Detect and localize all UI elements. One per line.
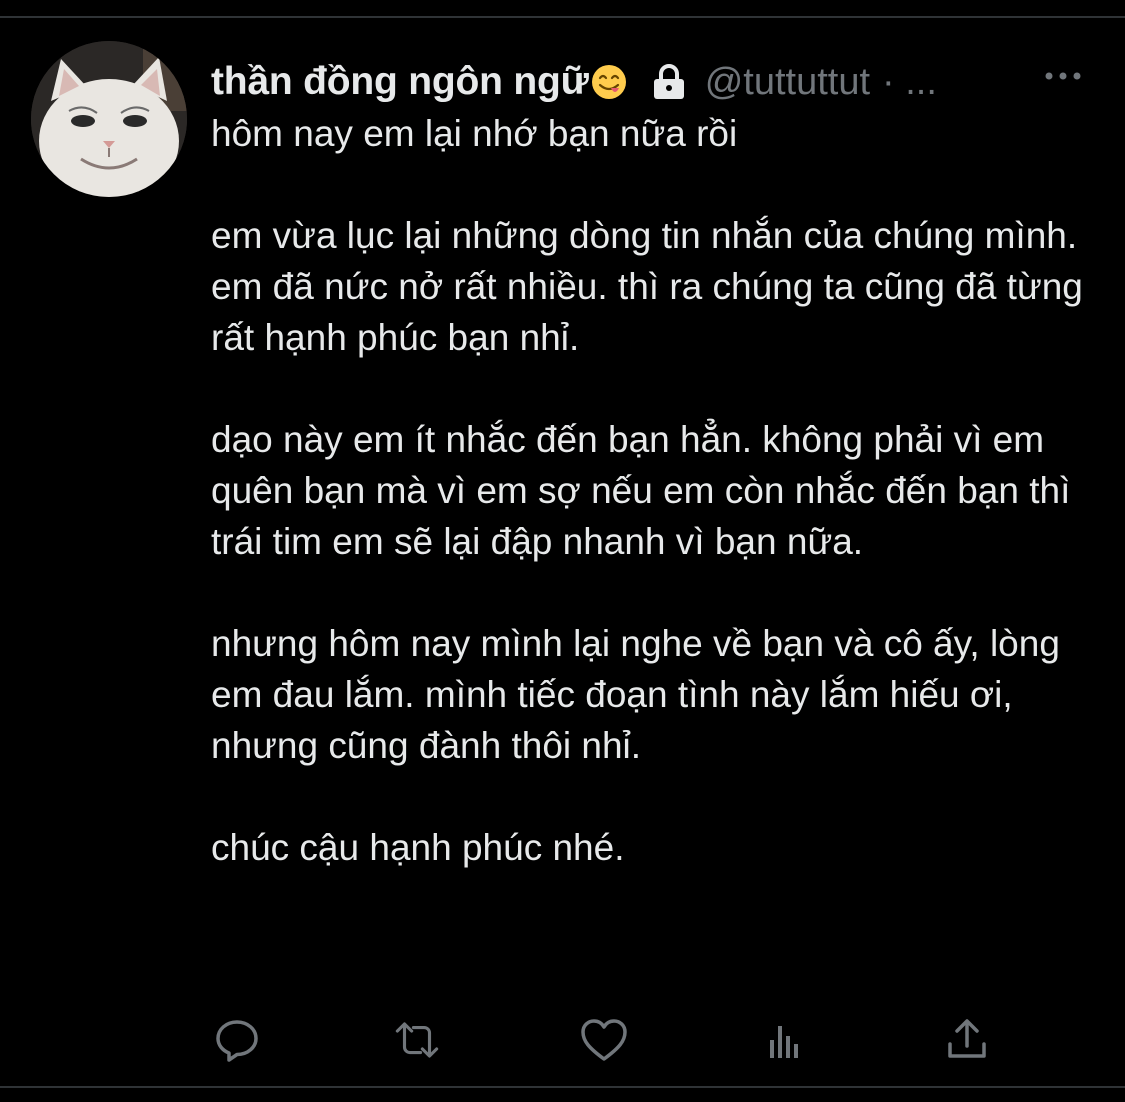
tweet-header: thần đồng ngôn ngữ @tuttuttut · ...	[211, 56, 1091, 108]
heart-icon[interactable]	[579, 1015, 629, 1065]
action-bar	[0, 1015, 1125, 1065]
views-icon[interactable]	[761, 1015, 811, 1065]
share-icon[interactable]	[942, 1015, 992, 1065]
top-divider	[0, 16, 1125, 18]
more-icon[interactable]	[1043, 64, 1083, 88]
retweet-icon[interactable]	[392, 1015, 442, 1065]
tweet-text: hôm nay em lại nhớ bạn nữa rồi em vừa lụ…	[211, 113, 1083, 868]
tweet-timestamp: · ...	[882, 60, 937, 103]
yum-face-emoji-icon	[591, 64, 627, 100]
user-handle[interactable]: @tuttuttut	[705, 61, 870, 104]
display-name[interactable]: thần đồng ngôn ngữ	[211, 60, 589, 104]
bottom-divider	[0, 1086, 1125, 1088]
avatar[interactable]	[31, 41, 187, 197]
lock-icon	[649, 62, 689, 102]
cat-avatar-image	[31, 41, 187, 197]
reply-icon[interactable]	[212, 1015, 262, 1065]
